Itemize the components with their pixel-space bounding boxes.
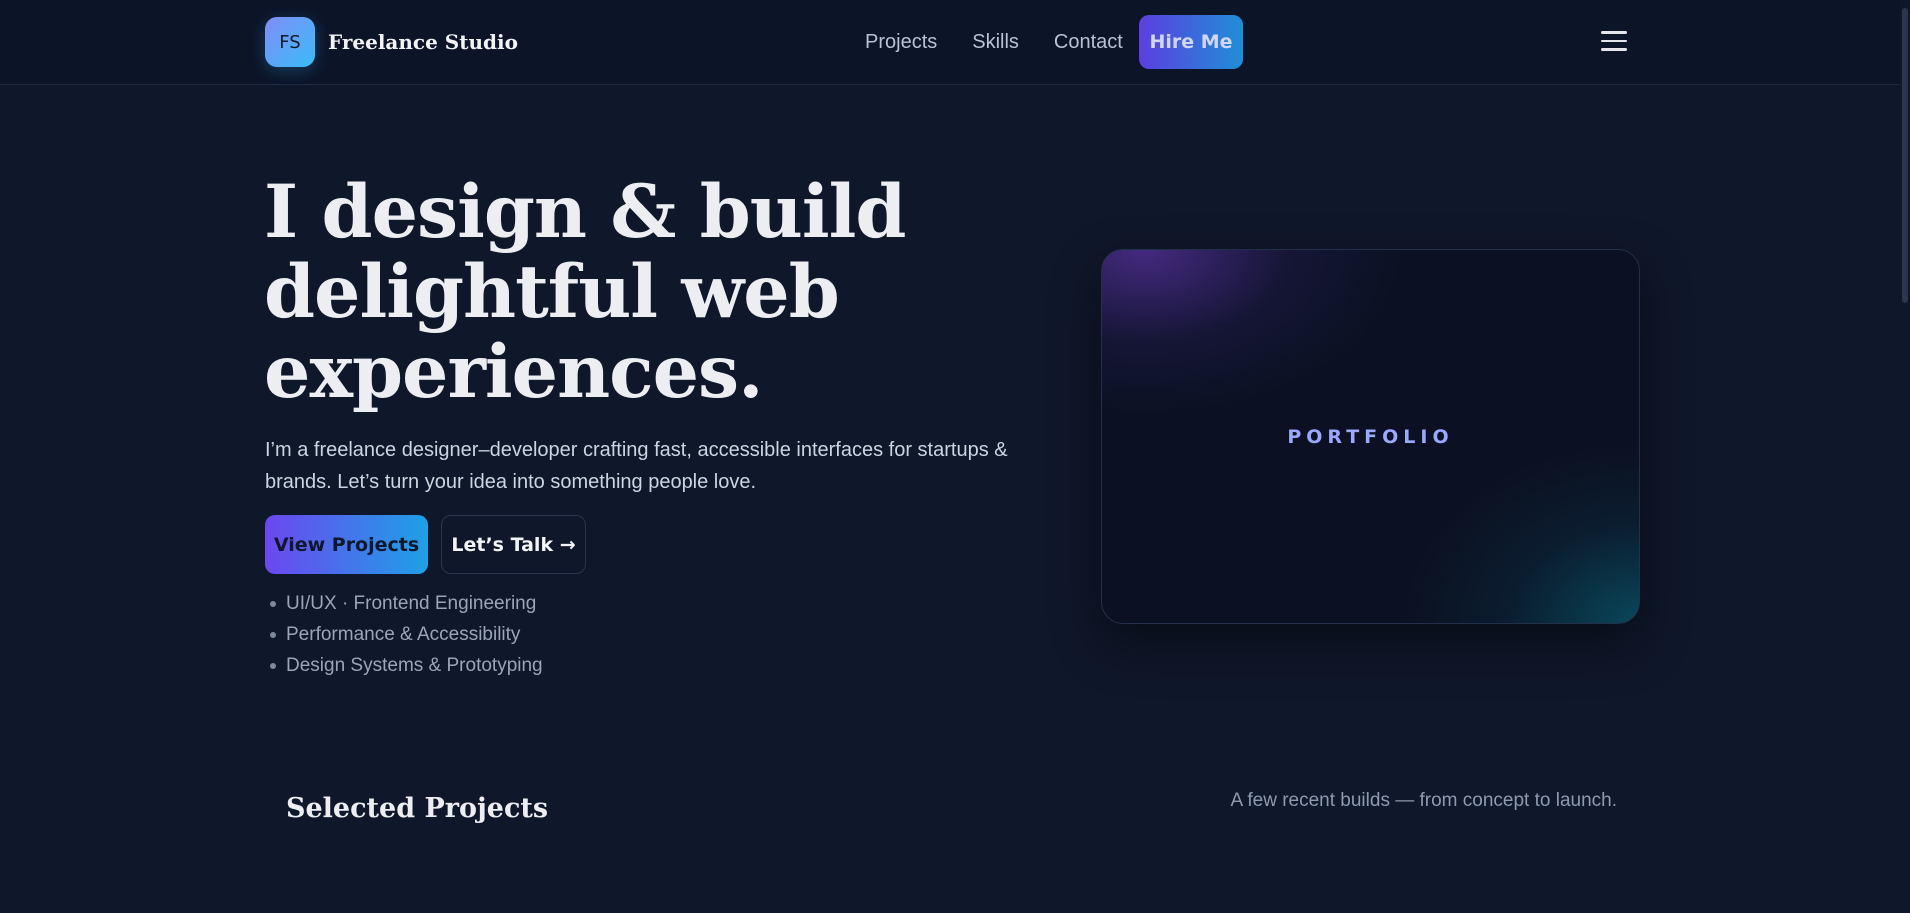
skill-label: Performance & Accessibility (286, 624, 521, 645)
skill-item: UI/UX · Frontend Engineering (270, 588, 543, 619)
nav-link-contact[interactable]: Contact (1054, 15, 1123, 69)
skill-item: Performance & Accessibility (270, 619, 543, 650)
view-projects-button[interactable]: View Projects (265, 515, 428, 574)
skills-list: UI/UX · Frontend Engineering Performance… (270, 588, 543, 681)
section-title: Selected Projects (286, 793, 549, 824)
scrollbar-thumb[interactable] (1902, 8, 1908, 303)
hire-me-button[interactable]: Hire Me (1139, 15, 1243, 69)
skill-label: Design Systems & Prototyping (286, 655, 543, 676)
bullet-icon (270, 631, 276, 638)
portfolio-label: PORTFOLIO (1287, 425, 1454, 448)
portfolio-card: PORTFOLIO (1101, 249, 1640, 624)
nav-link-projects[interactable]: Projects (865, 15, 937, 69)
nav-link-skills[interactable]: Skills (972, 15, 1019, 69)
section-subtitle: A few recent builds — from concept to la… (1230, 790, 1617, 811)
hero-title: I design & build delightful web experien… (264, 169, 906, 415)
hero-subtitle: I’m a freelance designer–developer craft… (265, 439, 1008, 493)
main-nav: Projects Skills Contact (865, 15, 1158, 69)
skill-item: Design Systems & Prototyping (270, 650, 543, 681)
bullet-icon (270, 600, 276, 607)
brand[interactable]: FS Freelance Studio (265, 17, 518, 67)
lets-talk-button[interactable]: Let’s Talk → (441, 515, 586, 574)
bullet-icon (270, 662, 276, 669)
scrollbar[interactable] (1900, 0, 1910, 913)
hamburger-menu-icon[interactable] (1601, 31, 1629, 53)
skill-label: UI/UX · Frontend Engineering (286, 593, 537, 614)
logo-badge: FS (265, 17, 315, 67)
top-navigation-bar: FS Freelance Studio Projects Skills Cont… (0, 0, 1910, 85)
brand-name: Freelance Studio (328, 30, 518, 54)
